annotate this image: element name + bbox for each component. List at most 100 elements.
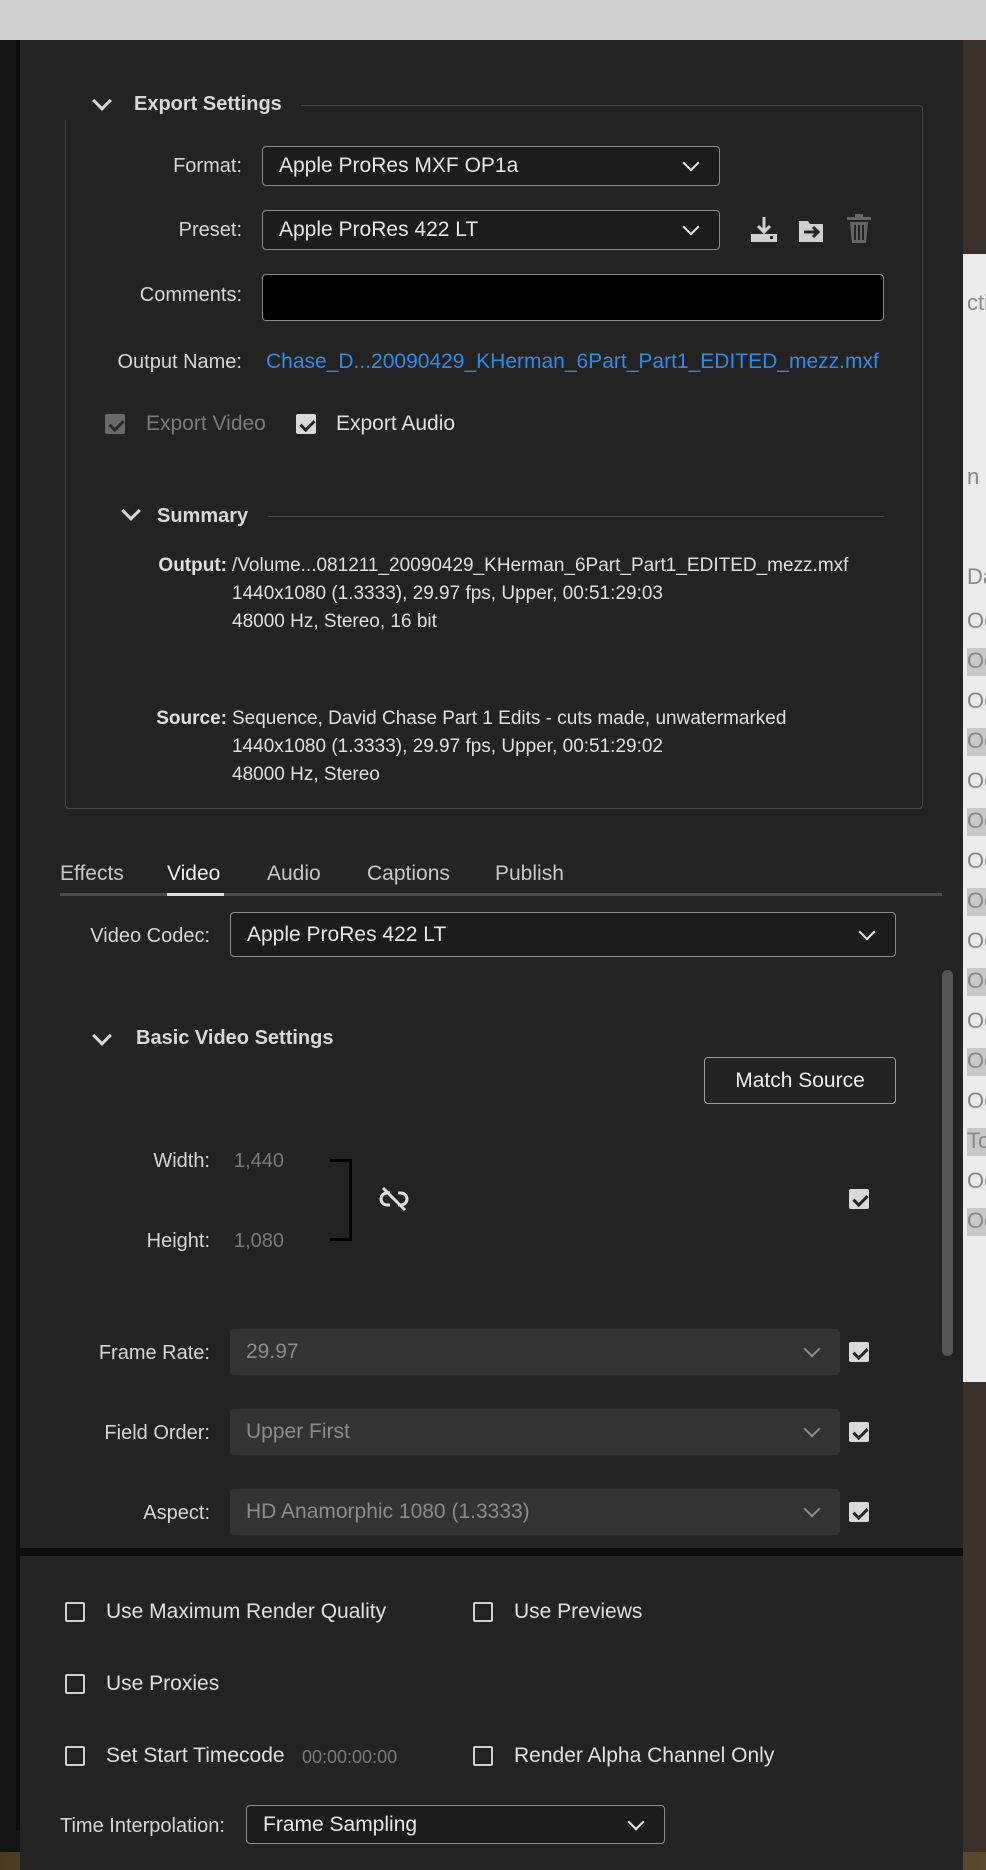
format-dropdown[interactable]: Apple ProRes MXF OP1a	[262, 146, 720, 186]
frame-rate-dropdown[interactable]: 29.97	[230, 1329, 840, 1375]
tab-audio[interactable]: Audio	[267, 862, 321, 886]
save-preset-icon[interactable]	[748, 214, 780, 246]
summary-rule	[268, 516, 884, 517]
list-item: Oc	[967, 928, 986, 953]
list-item: Oc	[967, 888, 986, 916]
tab-publish[interactable]: Publish	[495, 862, 564, 886]
summary-source-line: 48000 Hz, Stereo	[232, 764, 380, 785]
chevron-down-icon	[803, 1500, 821, 1518]
list-item: Oc	[967, 1208, 986, 1236]
format-label: Format:	[173, 155, 242, 177]
summary-title[interactable]: Summary	[157, 505, 248, 528]
render-alpha-label: Render Alpha Channel Only	[514, 1744, 775, 1767]
background-text: n	[967, 464, 980, 489]
preset-dropdown[interactable]: Apple ProRes 422 LT	[262, 210, 720, 250]
summary-output-line: /Volume...081211_20090429_KHerman_6Part_…	[232, 555, 849, 576]
chevron-down-icon	[803, 1340, 821, 1358]
summary-source-line: Sequence, David Chase Part 1 Edits - cut…	[232, 708, 787, 729]
export-audio-label: Export Audio	[336, 412, 456, 435]
list-item: Oc	[967, 1008, 986, 1033]
summary-source-label: Source:	[156, 708, 227, 729]
use-proxies-label: Use Proxies	[106, 1672, 220, 1695]
frame-rate-label: Frame Rate:	[98, 1342, 210, 1364]
list-item: Oc	[967, 1048, 986, 1076]
list-item: Oc	[967, 648, 986, 676]
width-label: Width:	[153, 1150, 210, 1172]
broken-link-icon[interactable]	[378, 1186, 410, 1212]
output-name-label: Output Name:	[117, 351, 242, 373]
chevron-down-icon	[803, 1420, 821, 1438]
time-interpolation-value: Frame Sampling	[263, 1812, 418, 1836]
summary-source-line: 1440x1080 (1.3333), 29.97 fps, Upper, 00…	[232, 736, 663, 757]
background-window: ctio n Dat Oc Oc Oc Oc Oc Oc Oc Oc Oc Oc…	[963, 40, 986, 1870]
aspect-dropdown[interactable]: HD Anamorphic 1080 (1.3333)	[230, 1489, 840, 1535]
export-video-checkbox[interactable]	[105, 414, 125, 434]
output-name-link[interactable]: Chase_D...20090429_KHerman_6Part_Part1_E…	[266, 350, 879, 374]
comments-label: Comments:	[139, 284, 242, 306]
field-order-checkbox[interactable]	[849, 1422, 869, 1442]
tab-captions[interactable]: Captions	[367, 862, 450, 886]
summary-output-line: 48000 Hz, Stereo, 16 bit	[232, 611, 437, 632]
aspect-label: Aspect:	[143, 1502, 210, 1524]
list-item: Too	[967, 1128, 986, 1156]
list-item: Oc	[967, 608, 986, 633]
aspect-value: HD Anamorphic 1080 (1.3333)	[246, 1500, 530, 1523]
frame-rate-checkbox[interactable]	[849, 1342, 869, 1362]
summary-output-line: 1440x1080 (1.3333), 29.97 fps, Upper, 00…	[232, 583, 663, 604]
export-video-label: Export Video	[146, 412, 266, 435]
set-start-timecode-checkbox[interactable]	[65, 1746, 85, 1766]
width-value[interactable]: 1,440	[234, 1150, 284, 1173]
delete-preset-icon[interactable]	[845, 213, 873, 245]
render-alpha-checkbox[interactable]	[473, 1746, 493, 1766]
panel-separator	[20, 1548, 963, 1556]
background-text: ctio	[967, 290, 986, 315]
chevron-down-icon	[682, 154, 700, 172]
list-item: Oc	[967, 728, 986, 756]
set-start-timecode-label: Set Start Timecode	[106, 1744, 285, 1767]
tab-effects[interactable]: Effects	[60, 862, 124, 886]
frame-rate-value: 29.97	[246, 1340, 299, 1363]
video-codec-dropdown[interactable]: Apple ProRes 422 LT	[230, 912, 896, 957]
list-item: Oc	[967, 848, 986, 873]
use-previews-checkbox[interactable]	[473, 1602, 493, 1622]
scrollbar[interactable]	[942, 970, 953, 1356]
height-value[interactable]: 1,080	[234, 1230, 284, 1253]
list-item: Oc	[967, 768, 986, 793]
start-timecode-value[interactable]: 00:00:00:00	[302, 1747, 397, 1768]
use-proxies-checkbox[interactable]	[65, 1674, 85, 1694]
field-order-dropdown[interactable]: Upper First	[230, 1409, 840, 1455]
frame-size-checkbox[interactable]	[849, 1189, 869, 1209]
max-render-quality-checkbox[interactable]	[65, 1602, 85, 1622]
chevron-down-icon	[682, 218, 700, 236]
active-tab-indicator	[167, 893, 224, 896]
time-interpolation-label: Time Interpolation:	[60, 1815, 225, 1837]
time-interpolation-dropdown[interactable]: Frame Sampling	[246, 1805, 665, 1844]
chevron-down-icon	[858, 923, 876, 940]
match-source-button[interactable]: Match Source	[704, 1057, 896, 1104]
use-previews-label: Use Previews	[514, 1600, 643, 1623]
max-render-quality-label: Use Maximum Render Quality	[106, 1600, 387, 1623]
format-value: Apple ProRes MXF OP1a	[279, 154, 519, 177]
window-title-bar	[0, 0, 986, 40]
comments-input[interactable]	[262, 274, 884, 321]
list-item: Oc	[967, 1168, 986, 1193]
tab-video[interactable]: Video	[167, 862, 220, 886]
preset-value: Apple ProRes 422 LT	[279, 218, 479, 241]
list-item: Oc	[967, 968, 986, 996]
export-audio-checkbox[interactable]	[296, 414, 316, 434]
basic-video-settings-title[interactable]: Basic Video Settings	[136, 1027, 333, 1050]
chevron-down-icon	[627, 1813, 645, 1830]
list-item: Oc	[967, 1088, 986, 1113]
field-order-label: Field Order:	[104, 1422, 210, 1444]
aspect-checkbox[interactable]	[849, 1502, 869, 1522]
summary-output-label: Output:	[158, 555, 227, 576]
list-item: Oc	[967, 688, 986, 713]
height-label: Height:	[146, 1230, 210, 1252]
aspect-link-bracket	[330, 1159, 352, 1241]
import-preset-icon[interactable]	[796, 214, 828, 246]
field-order-value: Upper First	[246, 1420, 350, 1443]
background-list-header: Dat	[967, 564, 986, 589]
preset-label: Preset:	[178, 219, 242, 241]
list-item: Oc	[967, 808, 986, 836]
export-settings-title[interactable]: Export Settings	[134, 93, 282, 116]
